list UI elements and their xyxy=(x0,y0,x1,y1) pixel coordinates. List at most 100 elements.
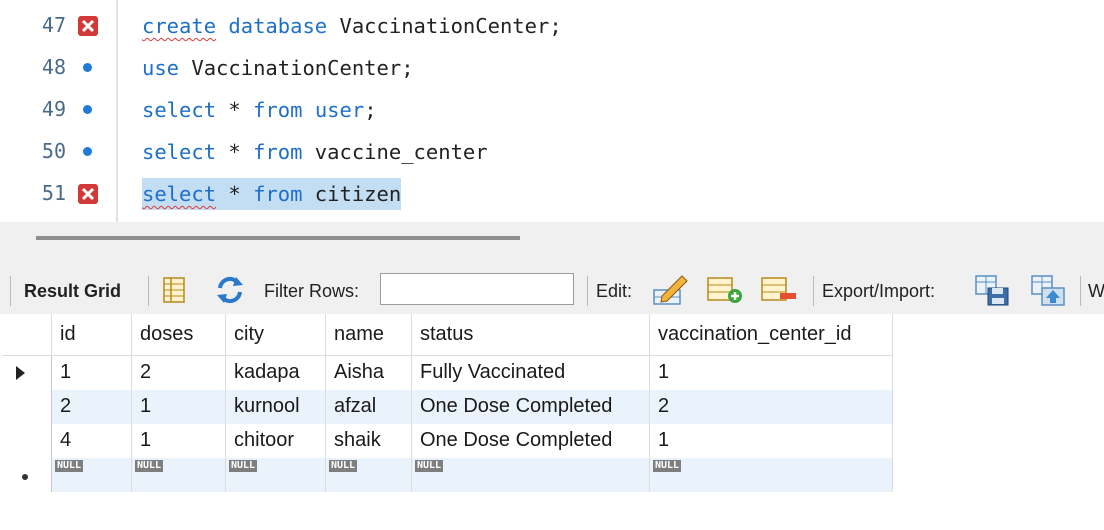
cell-city[interactable]: kurnool xyxy=(226,390,326,424)
sql-text: VaccinationCenter; xyxy=(327,14,562,38)
current-row-arrow-icon xyxy=(16,366,25,380)
edit-cell-icon[interactable] xyxy=(652,274,688,306)
null-badge: NULL xyxy=(653,460,682,472)
code-line[interactable]: 50 select * from vaccine_center xyxy=(0,130,1104,172)
statement-marker-icon xyxy=(83,63,92,72)
result-grid-tab[interactable]: Result Grid xyxy=(24,281,121,302)
new-row-cell-name[interactable]: NULL xyxy=(326,458,412,492)
code-line[interactable]: 51 select * from citizen xyxy=(0,172,1104,214)
statement-marker-icon xyxy=(83,147,92,156)
new-row-cell-id[interactable]: NULL xyxy=(52,458,132,492)
export-import-label: Export/Import: xyxy=(822,281,936,301)
sql-keyword: from xyxy=(253,98,303,122)
sql-keyword: select xyxy=(142,140,217,164)
new-row-cell-city[interactable]: NULL xyxy=(226,458,326,492)
delete-row-icon[interactable] xyxy=(760,274,796,306)
column-header-name[interactable]: name xyxy=(326,314,412,356)
sql-keyword: user xyxy=(314,98,365,122)
cell-name[interactable]: afzal xyxy=(326,390,412,424)
cell-status[interactable]: Fully Vaccinated xyxy=(412,356,650,390)
cell-status[interactable]: One Dose Completed xyxy=(412,390,650,424)
selected-code-text[interactable]: select * from citizen xyxy=(142,178,402,210)
code-line[interactable]: 49 select * from user; xyxy=(0,88,1104,130)
cell-vaccination-center-id[interactable]: 1 xyxy=(650,356,893,390)
import-icon[interactable] xyxy=(1030,274,1065,306)
sql-keyword: select xyxy=(142,98,217,122)
result-grid[interactable]: id doses city name status vaccination_center_… xyxy=(2,314,1104,530)
error-marker-icon[interactable] xyxy=(78,184,98,204)
column-header-vaccination-center-id[interactable]: vaccination_center_id xyxy=(650,314,893,356)
line-number: 50 xyxy=(41,139,66,163)
cell-doses[interactable]: 1 xyxy=(132,424,226,458)
sql-text: * xyxy=(216,98,254,122)
cell-vaccination-center-id[interactable]: 2 xyxy=(650,390,893,424)
line-number: 48 xyxy=(41,55,66,79)
cell-doses[interactable]: 2 xyxy=(132,356,226,390)
cell-name[interactable]: shaik xyxy=(326,424,412,458)
cell-doses[interactable]: 1 xyxy=(132,390,226,424)
column-header-status[interactable]: status xyxy=(412,314,650,356)
sql-text: citizen xyxy=(302,182,402,206)
cell-status[interactable]: One Dose Completed xyxy=(412,424,650,458)
column-header-doses[interactable]: doses xyxy=(132,314,226,356)
sql-text: vaccine_center xyxy=(302,140,488,164)
cell-name[interactable]: Aisha xyxy=(326,356,412,390)
sql-keyword: database xyxy=(228,14,328,38)
code-text[interactable]: use VaccinationCenter; xyxy=(142,52,414,84)
code-text[interactable]: select * from user; xyxy=(142,94,377,126)
null-badge: NULL xyxy=(55,460,84,472)
null-badge: NULL xyxy=(229,460,258,472)
editor-scrollbar[interactable] xyxy=(36,236,520,240)
sql-keyword: from xyxy=(253,182,303,206)
line-number: 49 xyxy=(41,97,66,121)
sql-keyword: use xyxy=(142,56,180,80)
sql-keyword: select xyxy=(142,182,217,206)
code-text[interactable]: create database VaccinationCenter; xyxy=(142,10,562,42)
new-row-cell-vaccination-center-id[interactable]: NULL xyxy=(650,458,893,492)
cell-id[interactable]: 2 xyxy=(52,390,132,424)
cell-city[interactable]: kadapa xyxy=(226,356,326,390)
new-row-asterisk-icon xyxy=(22,474,28,480)
column-header-city[interactable]: city xyxy=(226,314,326,356)
new-row-cell-doses[interactable]: NULL xyxy=(132,458,226,492)
export-icon[interactable] xyxy=(974,274,1009,306)
cell-vaccination-center-id[interactable]: 1 xyxy=(650,424,893,458)
row-header[interactable] xyxy=(2,390,52,424)
toolbar-separator xyxy=(148,276,149,306)
line-number: 51 xyxy=(41,181,66,205)
row-header[interactable] xyxy=(2,356,52,390)
add-row-icon[interactable] xyxy=(706,274,742,306)
code-line[interactable]: 47 create database VaccinationCenter; xyxy=(0,4,1104,46)
row-header[interactable] xyxy=(2,424,52,458)
code-line[interactable]: 48 use VaccinationCenter; xyxy=(0,46,1104,88)
sql-text: ; xyxy=(364,98,377,122)
sql-editor[interactable]: 47 create database VaccinationCenter; 48 us… xyxy=(0,0,1104,222)
error-marker-icon[interactable] xyxy=(78,16,98,36)
form-view-icon[interactable] xyxy=(158,274,190,306)
refresh-icon[interactable] xyxy=(214,274,246,306)
filter-rows-label: Filter Rows: xyxy=(264,281,360,301)
column-header-id[interactable]: id xyxy=(52,314,132,356)
statement-marker-icon xyxy=(83,105,92,114)
cell-city[interactable]: chitoor xyxy=(226,424,326,458)
wrap-cell-label-truncated[interactable]: W xyxy=(1088,281,1104,302)
new-row-cell-status[interactable]: NULL xyxy=(412,458,650,492)
edit-label: Edit: xyxy=(596,281,633,301)
cell-id[interactable]: 4 xyxy=(52,424,132,458)
panel-splitter[interactable] xyxy=(0,222,1104,268)
line-number: 47 xyxy=(41,13,66,37)
sql-text: * xyxy=(216,182,254,206)
result-toolbar: Result Grid Filter Rows: Edit: Export/Im… xyxy=(0,268,1104,314)
filter-rows-input[interactable] xyxy=(380,273,574,305)
code-text[interactable]: select * from vaccine_center xyxy=(142,136,488,168)
sql-text: * xyxy=(216,140,254,164)
cell-id[interactable]: 1 xyxy=(52,356,132,390)
toolbar-separator xyxy=(1080,276,1081,306)
new-row-header[interactable] xyxy=(2,458,52,492)
grid-corner[interactable] xyxy=(2,314,52,356)
sql-keyword: create xyxy=(142,14,217,38)
null-badge: NULL xyxy=(415,460,444,472)
sql-text: VaccinationCenter; xyxy=(179,56,414,80)
